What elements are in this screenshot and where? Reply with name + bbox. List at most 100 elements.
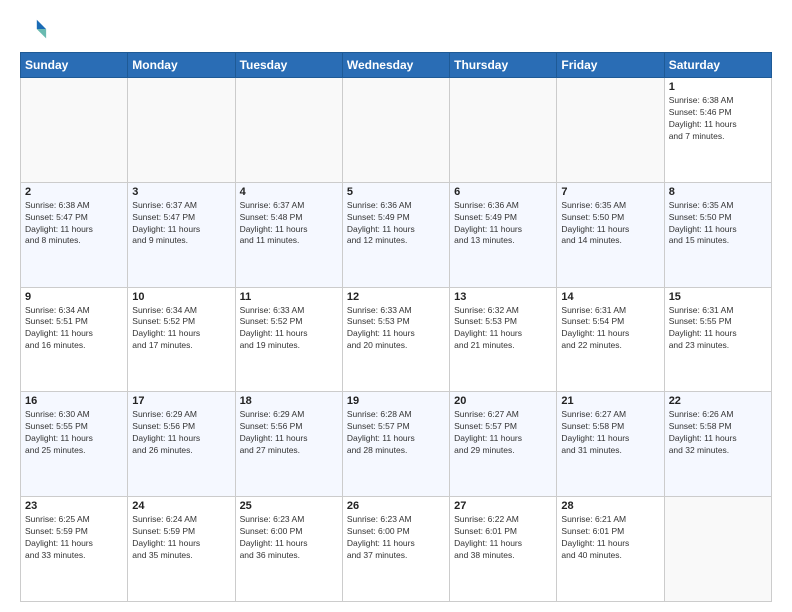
day-info: Sunrise: 6:26 AM Sunset: 5:58 PM Dayligh…	[669, 409, 767, 457]
day-info: Sunrise: 6:29 AM Sunset: 5:56 PM Dayligh…	[132, 409, 230, 457]
day-info: Sunrise: 6:36 AM Sunset: 5:49 PM Dayligh…	[347, 200, 445, 248]
day-cell: 14 Sunrise: 6:31 AM Sunset: 5:54 PM Dayli…	[557, 287, 664, 392]
week-row-3: 9 Sunrise: 6:34 AM Sunset: 5:51 PM Daylig…	[21, 287, 772, 392]
day-number: 16	[25, 395, 123, 407]
day-cell: 20Sunrise: 6:27 AM Sunset: 5:57 PM Dayli…	[450, 392, 557, 497]
day-info: Sunrise: 6:22 AM Sunset: 6:01 PM Dayligh…	[454, 514, 552, 562]
weekday-header-sunday: Sunday	[21, 53, 128, 78]
weekday-header-tuesday: Tuesday	[235, 53, 342, 78]
week-row-1: 1 Sunrise: 6:38 AM Sunset: 5:46 PM Daylig…	[21, 78, 772, 183]
day-cell: 23 Sunrise: 6:25 AM Sunset: 5:59 PM Dayli…	[21, 497, 128, 602]
day-cell: 26 Sunrise: 6:23 AM Sunset: 6:00 PM Dayli…	[342, 497, 449, 602]
day-number: 25	[240, 500, 338, 512]
day-info: Sunrise: 6:35 AM Sunset: 5:50 PM Dayligh…	[561, 200, 659, 248]
day-info: Sunrise: 6:35 AM Sunset: 5:50 PM Dayligh…	[669, 200, 767, 248]
week-row-5: 23 Sunrise: 6:25 AM Sunset: 5:59 PM Dayli…	[21, 497, 772, 602]
day-number: 5	[347, 186, 445, 198]
day-info: Sunrise: 6:34 AM Sunset: 5:52 PM Dayligh…	[132, 305, 230, 353]
day-number: 20	[454, 395, 552, 407]
day-cell: 24Sunrise: 6:24 AM Sunset: 5:59 PM Dayli…	[128, 497, 235, 602]
day-cell: 9 Sunrise: 6:34 AM Sunset: 5:51 PM Daylig…	[21, 287, 128, 392]
day-number: 10	[132, 291, 230, 303]
day-number: 3	[132, 186, 230, 198]
day-number: 28	[561, 500, 659, 512]
weekday-header-friday: Friday	[557, 53, 664, 78]
week-row-4: 16 Sunrise: 6:30 AM Sunset: 5:55 PM Dayli…	[21, 392, 772, 497]
weekday-header-thursday: Thursday	[450, 53, 557, 78]
page: SundayMondayTuesdayWednesdayThursdayFrid…	[0, 0, 792, 612]
day-info: Sunrise: 6:28 AM Sunset: 5:57 PM Dayligh…	[347, 409, 445, 457]
day-number: 12	[347, 291, 445, 303]
day-info: Sunrise: 6:34 AM Sunset: 5:51 PM Dayligh…	[25, 305, 123, 353]
header	[20, 16, 772, 44]
day-number: 7	[561, 186, 659, 198]
day-info: Sunrise: 6:37 AM Sunset: 5:48 PM Dayligh…	[240, 200, 338, 248]
day-cell: 10 Sunrise: 6:34 AM Sunset: 5:52 PM Dayli…	[128, 287, 235, 392]
day-number: 17	[132, 395, 230, 407]
day-cell: 19 Sunrise: 6:28 AM Sunset: 5:57 PM Dayli…	[342, 392, 449, 497]
day-cell: 27 Sunrise: 6:22 AM Sunset: 6:01 PM Dayli…	[450, 497, 557, 602]
day-cell: 16 Sunrise: 6:30 AM Sunset: 5:55 PM Dayli…	[21, 392, 128, 497]
day-cell	[235, 78, 342, 183]
day-info: Sunrise: 6:31 AM Sunset: 5:54 PM Dayligh…	[561, 305, 659, 353]
day-info: Sunrise: 6:36 AM Sunset: 5:49 PM Dayligh…	[454, 200, 552, 248]
day-info: Sunrise: 6:38 AM Sunset: 5:46 PM Dayligh…	[669, 95, 767, 143]
day-cell: 25Sunrise: 6:23 AM Sunset: 6:00 PM Dayli…	[235, 497, 342, 602]
day-cell: 18 Sunrise: 6:29 AM Sunset: 5:56 PM Dayli…	[235, 392, 342, 497]
weekday-header-wednesday: Wednesday	[342, 53, 449, 78]
day-number: 26	[347, 500, 445, 512]
day-cell	[128, 78, 235, 183]
day-info: Sunrise: 6:27 AM Sunset: 5:58 PM Dayligh…	[561, 409, 659, 457]
day-info: Sunrise: 6:37 AM Sunset: 5:47 PM Dayligh…	[132, 200, 230, 248]
day-cell: 21 Sunrise: 6:27 AM Sunset: 5:58 PM Dayli…	[557, 392, 664, 497]
day-number: 23	[25, 500, 123, 512]
calendar-table: SundayMondayTuesdayWednesdayThursdayFrid…	[20, 52, 772, 602]
day-number: 9	[25, 291, 123, 303]
day-info: Sunrise: 6:31 AM Sunset: 5:55 PM Dayligh…	[669, 305, 767, 353]
day-number: 2	[25, 186, 123, 198]
day-number: 6	[454, 186, 552, 198]
day-cell: 7 Sunrise: 6:35 AM Sunset: 5:50 PM Daylig…	[557, 182, 664, 287]
day-number: 22	[669, 395, 767, 407]
weekday-header-row: SundayMondayTuesdayWednesdayThursdayFrid…	[21, 53, 772, 78]
day-cell: 5 Sunrise: 6:36 AM Sunset: 5:49 PM Daylig…	[342, 182, 449, 287]
weekday-header-saturday: Saturday	[664, 53, 771, 78]
day-cell: 1 Sunrise: 6:38 AM Sunset: 5:46 PM Daylig…	[664, 78, 771, 183]
weekday-header-monday: Monday	[128, 53, 235, 78]
day-info: Sunrise: 6:32 AM Sunset: 5:53 PM Dayligh…	[454, 305, 552, 353]
day-info: Sunrise: 6:33 AM Sunset: 5:53 PM Dayligh…	[347, 305, 445, 353]
day-cell: 11 Sunrise: 6:33 AM Sunset: 5:52 PM Dayli…	[235, 287, 342, 392]
day-info: Sunrise: 6:23 AM Sunset: 6:00 PM Dayligh…	[347, 514, 445, 562]
logo	[20, 16, 52, 44]
day-number: 27	[454, 500, 552, 512]
day-cell: 8 Sunrise: 6:35 AM Sunset: 5:50 PM Daylig…	[664, 182, 771, 287]
day-info: Sunrise: 6:38 AM Sunset: 5:47 PM Dayligh…	[25, 200, 123, 248]
day-cell: 12 Sunrise: 6:33 AM Sunset: 5:53 PM Dayli…	[342, 287, 449, 392]
day-info: Sunrise: 6:24 AM Sunset: 5:59 PM Dayligh…	[132, 514, 230, 562]
day-cell	[21, 78, 128, 183]
day-number: 19	[347, 395, 445, 407]
day-cell: 28 Sunrise: 6:21 AM Sunset: 6:01 PM Dayli…	[557, 497, 664, 602]
day-number: 21	[561, 395, 659, 407]
day-cell: 22 Sunrise: 6:26 AM Sunset: 5:58 PM Dayli…	[664, 392, 771, 497]
day-cell: 3 Sunrise: 6:37 AM Sunset: 5:47 PM Daylig…	[128, 182, 235, 287]
day-cell: 6 Sunrise: 6:36 AM Sunset: 5:49 PM Daylig…	[450, 182, 557, 287]
day-number: 13	[454, 291, 552, 303]
week-row-2: 2 Sunrise: 6:38 AM Sunset: 5:47 PM Daylig…	[21, 182, 772, 287]
day-info: Sunrise: 6:25 AM Sunset: 5:59 PM Dayligh…	[25, 514, 123, 562]
day-number: 11	[240, 291, 338, 303]
day-cell: 4 Sunrise: 6:37 AM Sunset: 5:48 PM Daylig…	[235, 182, 342, 287]
day-number: 1	[669, 81, 767, 93]
day-number: 8	[669, 186, 767, 198]
day-cell	[342, 78, 449, 183]
day-cell	[664, 497, 771, 602]
logo-icon	[20, 16, 48, 44]
day-info: Sunrise: 6:29 AM Sunset: 5:56 PM Dayligh…	[240, 409, 338, 457]
day-number: 4	[240, 186, 338, 198]
day-info: Sunrise: 6:33 AM Sunset: 5:52 PM Dayligh…	[240, 305, 338, 353]
day-number: 14	[561, 291, 659, 303]
day-info: Sunrise: 6:21 AM Sunset: 6:01 PM Dayligh…	[561, 514, 659, 562]
day-number: 18	[240, 395, 338, 407]
day-number: 15	[669, 291, 767, 303]
day-info: Sunrise: 6:30 AM Sunset: 5:55 PM Dayligh…	[25, 409, 123, 457]
